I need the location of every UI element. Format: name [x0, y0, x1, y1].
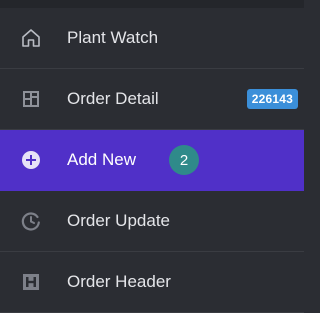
menu-item-label: Order Update [67, 211, 170, 230]
sidebar: Plant Watch Order Detail 226143 Add New … [0, 0, 304, 313]
menu-item-plant-watch[interactable]: Plant Watch [0, 8, 304, 69]
menu-item-order-update[interactable]: Order Update [0, 191, 304, 252]
history-icon [20, 210, 42, 232]
sidebar-menu: Plant Watch Order Detail 226143 Add New … [0, 8, 304, 313]
plus-circle-icon [20, 149, 42, 171]
menu-item-label: Order Header [67, 272, 171, 291]
menu-item-add-new[interactable]: Add New 2 [0, 130, 304, 191]
home-icon [20, 27, 42, 49]
menu-item-label: Plant Watch [67, 28, 159, 47]
menu-item-order-detail[interactable]: Order Detail 226143 [0, 69, 304, 130]
header-icon [20, 271, 42, 293]
menu-item-label: Add New [67, 150, 136, 169]
menu-item-label: Order Detail [67, 89, 159, 108]
grid-detail-icon [20, 88, 42, 110]
count-badge: 2 [169, 145, 199, 175]
menu-item-order-header[interactable]: Order Header [0, 252, 304, 313]
sidebar-top-strip [0, 0, 304, 8]
order-id-badge: 226143 [246, 89, 298, 109]
